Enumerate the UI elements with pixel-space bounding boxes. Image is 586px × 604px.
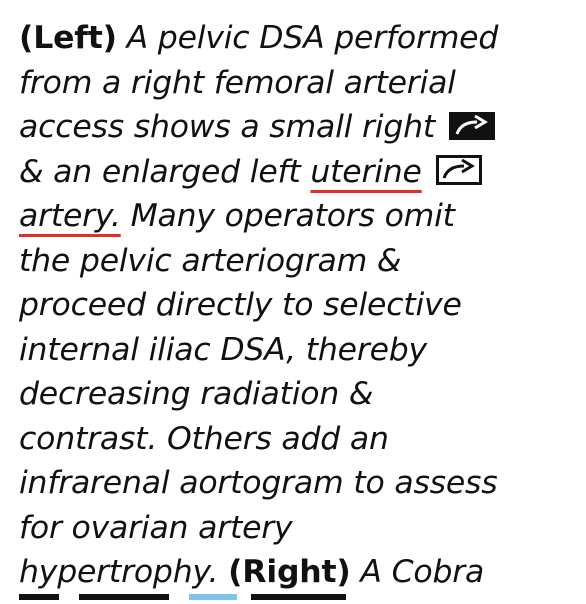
caption-line-9: decreasing radiation & (19, 372, 579, 417)
figure-caption: (Left) A pelvic DSA performed from a rig… (19, 16, 579, 595)
caption-line-4: & an enlarged left uterine (19, 150, 579, 195)
caption-text: infrarenal aortogram to assess (19, 465, 498, 501)
text-fragment (251, 594, 346, 600)
caption-text: for ovarian artery (19, 509, 293, 546)
caption-line-2: from a right femoral arterial (19, 61, 579, 106)
caption-text: the pelvic arteriogram & (19, 242, 402, 279)
highlight-fragment (189, 594, 237, 600)
caption-line-1: (Left) A pelvic DSA performed (19, 16, 579, 61)
solid-curved-arrow-icon (448, 108, 495, 153)
caption-text: proceed directly to selective (19, 287, 462, 323)
open-curved-arrow-icon (435, 153, 482, 198)
caption-line-11: infrarenal aortogram to assess (19, 461, 579, 506)
uterine-text: uterine (310, 153, 422, 190)
artery-text: artery. (19, 198, 121, 234)
caption-line-5: artery. Many operators omit (19, 194, 579, 239)
right-label: (Right) (228, 554, 351, 590)
text-fragment (19, 594, 59, 600)
caption-text: from a right femoral arterial (19, 64, 456, 101)
caption-line-10: contrast. Others add an (19, 417, 579, 462)
caption-text: Many operators omit (130, 198, 455, 234)
left-label: (Left) (19, 20, 117, 56)
cut-off-text-line (19, 594, 579, 604)
caption-text: access shows a small right (19, 109, 436, 145)
caption-line-6: the pelvic arteriogram & (19, 239, 579, 284)
caption-line-12: for ovarian artery (19, 506, 579, 551)
text-fragment (79, 594, 169, 600)
caption-line-3: access shows a small right (19, 105, 579, 150)
caption-text: decreasing radiation & (19, 376, 374, 412)
caption-line-7: proceed directly to selective (19, 283, 579, 328)
caption-text: A Cobra (360, 554, 485, 590)
caption-line-8: internal iliac DSA, thereby (19, 328, 579, 373)
caption-text: A pelvic DSA performed (126, 20, 499, 56)
caption-text: contrast. Others add an (19, 420, 389, 457)
caption-text: & an enlarged left (19, 153, 301, 190)
caption-text: hypertrophy. (19, 554, 219, 590)
caption-text: internal iliac DSA, thereby (19, 331, 427, 368)
caption-line-13: hypertrophy. (Right) A Cobra (19, 550, 579, 595)
